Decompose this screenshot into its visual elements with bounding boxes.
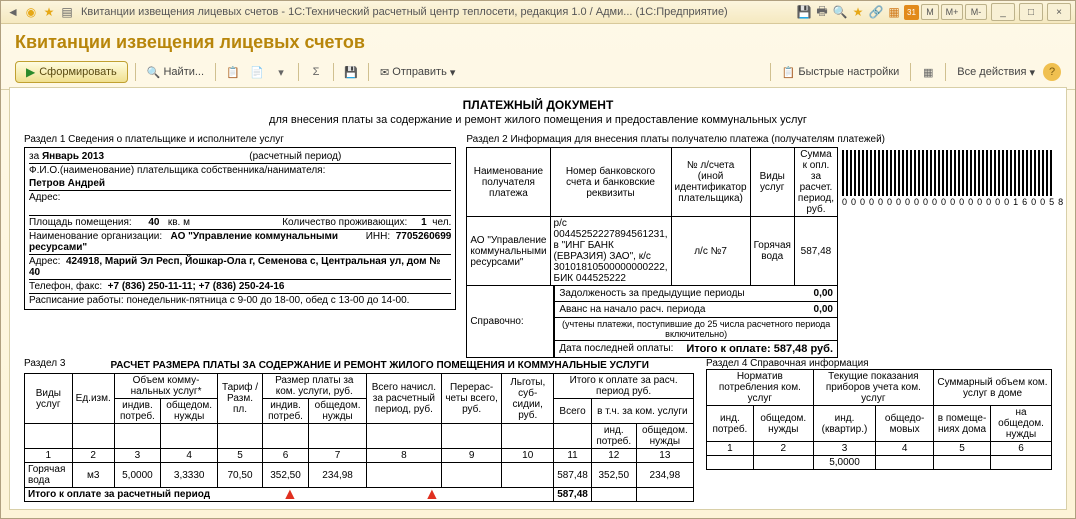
- close-button[interactable]: ×: [1047, 3, 1071, 21]
- all-actions-button[interactable]: Все действия ▾: [953, 64, 1039, 81]
- doc-icon: ▤: [59, 4, 75, 20]
- send-button[interactable]: ✉ Отправить ▾: [376, 64, 459, 81]
- calc-table: Виды услугЕд.изм. Объем комму-нальных ус…: [24, 373, 694, 502]
- maximize-button[interactable]: □: [1019, 3, 1043, 21]
- tb-icon-1[interactable]: 📋: [223, 62, 243, 82]
- calendar-icon[interactable]: 31: [904, 5, 919, 20]
- fav-icon[interactable]: ★: [41, 4, 57, 20]
- tb-dropdown-1[interactable]: ▾: [271, 62, 291, 82]
- titlebar: ◄ ◉ ★ ▤ Квитанции извещения лицевых счет…: [1, 1, 1075, 24]
- link-icon[interactable]: 🔗: [868, 4, 884, 20]
- tb-icon-2[interactable]: 📄: [247, 62, 267, 82]
- help-icon[interactable]: ?: [1043, 63, 1061, 81]
- preview-icon[interactable]: 🔍: [832, 4, 848, 20]
- quick-settings-button[interactable]: 📋 Быстрые настройки: [778, 64, 904, 81]
- app-window: ◄ ◉ ★ ▤ Квитанции извещения лицевых счет…: [0, 0, 1076, 519]
- window-title: Квитанции извещения лицевых счетов - 1С:…: [75, 6, 796, 18]
- star2-icon[interactable]: ★: [850, 4, 866, 20]
- doc-subtitle: для внесения платы за содержание и ремон…: [24, 114, 1052, 126]
- payer-panel: за Январь 2013(расчетный период) Ф.И.О.(…: [24, 147, 456, 310]
- barcode: [842, 150, 1052, 196]
- doc-title: ПЛАТЕЖНЫЙ ДОКУМЕНТ: [24, 98, 1052, 112]
- m-minus-button[interactable]: M-: [965, 4, 987, 20]
- document-area[interactable]: ПЛАТЕЖНЫЙ ДОКУМЕНТ для внесения платы за…: [9, 87, 1067, 510]
- find-button[interactable]: 🔍 Найти...: [143, 64, 208, 81]
- tb-icon-grid[interactable]: ▦: [918, 62, 938, 82]
- app-icon: ◉: [23, 4, 39, 20]
- m-plus-button[interactable]: M+: [941, 4, 963, 20]
- m-button[interactable]: M: [921, 4, 939, 20]
- tb-save-icon[interactable]: 💾: [341, 62, 361, 82]
- toolbar: ▶ Сформировать 🔍 Найти... 📋 📄 ▾ Σ 💾 ✉ От…: [1, 59, 1075, 90]
- play-icon: ▶: [26, 65, 35, 79]
- minimize-button[interactable]: _: [991, 3, 1015, 21]
- recipient-table: Наименование получателя платежа Номер ба…: [466, 147, 838, 286]
- table-row: Горячая водам3 5,00003,333070,50352,5023…: [25, 463, 694, 488]
- section2-label: Раздел 2 Информация для внесения платы п…: [466, 134, 1052, 145]
- form-button[interactable]: ▶ Сформировать: [15, 61, 128, 83]
- ref-table: Норматив потребления ком. услугТекущие п…: [706, 369, 1052, 470]
- print-icon[interactable]: 🖶: [814, 4, 830, 20]
- tb-icon-3[interactable]: Σ: [306, 62, 326, 82]
- save-icon[interactable]: 💾: [796, 4, 812, 20]
- section1-label: Раздел 1 Сведения о плательщике и исполн…: [24, 134, 456, 145]
- back-icon[interactable]: ◄: [5, 4, 21, 20]
- calc-icon[interactable]: ▦: [886, 4, 902, 20]
- page-header: Квитанции извещения лицевых счетов: [1, 24, 1075, 59]
- page-title: Квитанции извещения лицевых счетов: [15, 32, 1061, 53]
- barcode-number: 0000000000000000000160058748: [842, 197, 1052, 207]
